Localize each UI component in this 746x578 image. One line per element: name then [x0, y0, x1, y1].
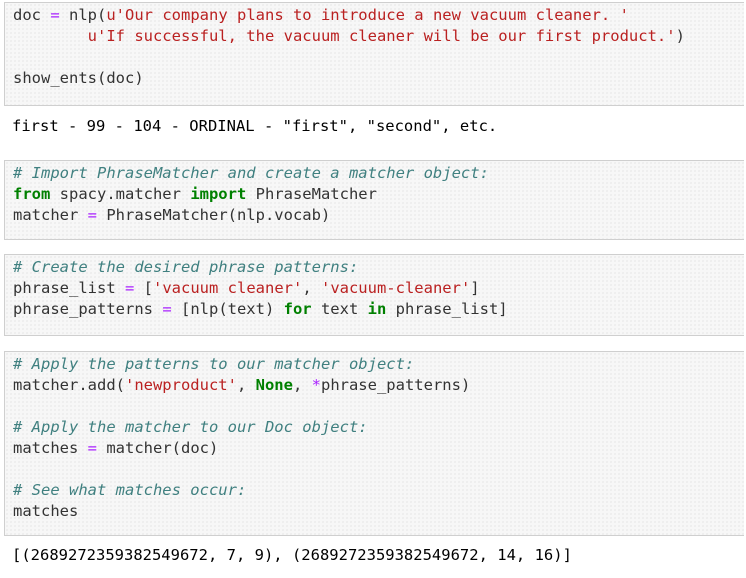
code-line: from spacy.matcher import PhraseMatcher — [13, 185, 377, 203]
cell-4-output: [(2689272359382549672, 7, 9), (268927235… — [12, 546, 572, 564]
code-line: u'If successful, the vacuum cleaner will… — [87, 27, 685, 45]
code-cell-4[interactable]: # Apply the patterns to our matcher obje… — [4, 351, 744, 536]
code-line: matches — [13, 502, 79, 520]
code-line: # Create the desired phrase patterns: — [13, 258, 359, 276]
code-line: phrase_list = ['vacuum cleaner', 'vacuum… — [13, 279, 480, 297]
code-line: # Apply the patterns to our matcher obje… — [13, 355, 415, 373]
code-line: # See what matches occur: — [13, 481, 247, 499]
code-line: matcher.add('newproduct', None, *phrase_… — [13, 376, 471, 394]
cell-1-output: first - 99 - 104 - ORDINAL - "first", "s… — [12, 117, 498, 135]
code-cell-2[interactable]: # Import PhraseMatcher and create a matc… — [4, 160, 744, 240]
code-cell-3[interactable]: # Create the desired phrase patterns: ph… — [4, 254, 744, 336]
code-line: show_ents(doc) — [13, 69, 144, 87]
code-cell-1[interactable]: doc = nlp(u'Our company plans to introdu… — [4, 2, 744, 106]
code-line: doc = nlp(u'Our company plans to introdu… — [13, 6, 629, 24]
code-line: # Import PhraseMatcher and create a matc… — [13, 164, 489, 182]
code-line: matches = matcher(doc) — [13, 439, 219, 457]
code-line: phrase_patterns = [nlp(text) for text in… — [13, 300, 508, 318]
code-line: matcher = PhraseMatcher(nlp.vocab) — [13, 206, 331, 224]
code-line: # Apply the matcher to our Doc object: — [13, 418, 368, 436]
